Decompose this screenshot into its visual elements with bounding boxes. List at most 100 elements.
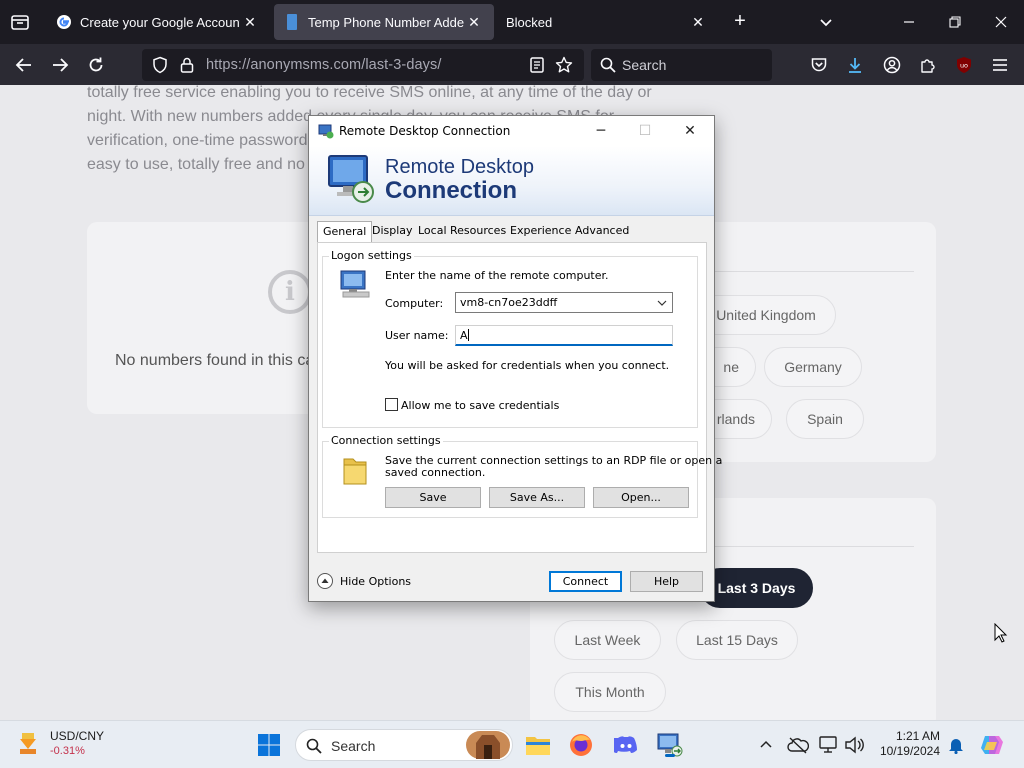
tab-title: Create your Google Account (80, 14, 240, 30)
tab-title: Blocked (506, 14, 553, 30)
tab-temp-phone[interactable]: Temp Phone Number Added In ✕ (274, 4, 494, 40)
file-explorer-icon[interactable] (524, 731, 552, 759)
period-pill-last-3-days[interactable]: Last 3 Days (700, 568, 813, 608)
save-button[interactable]: Save (385, 487, 481, 508)
onedrive-offline-icon[interactable] (784, 731, 812, 759)
country-pill[interactable]: Germany (764, 347, 862, 387)
rdp-app-icon (318, 123, 334, 142)
chevron-down-icon[interactable] (656, 297, 668, 309)
clock-date: 10/19/2024 (879, 744, 940, 758)
extensions-puzzle-icon[interactable] (917, 54, 939, 76)
forward-arrow-icon[interactable] (47, 52, 73, 78)
country-pill[interactable]: United Kingdom (696, 295, 836, 335)
taskbar-search-box[interactable]: Search (295, 729, 513, 761)
chevron-up-icon (317, 573, 333, 589)
rdp-monitor-icon (327, 154, 375, 207)
search-highlight-image-icon (466, 731, 510, 764)
username-value: A (460, 329, 468, 342)
username-input[interactable]: A (455, 325, 673, 346)
computer-icon (339, 269, 371, 302)
save-as-button[interactable]: Save As... (489, 487, 585, 508)
intro-line: totally free service enabling you to rec… (87, 85, 652, 101)
tab-close-icon[interactable]: ✕ (464, 14, 484, 31)
restore-button[interactable] (941, 8, 969, 36)
browser-tab-bar: Create your Google Account ✕ Temp Phone … (0, 0, 1024, 44)
downloads-icon[interactable] (844, 54, 866, 76)
username-label: User name: (385, 329, 449, 342)
notification-bell-icon[interactable] (942, 731, 970, 759)
computer-label: Computer: (385, 297, 444, 310)
address-bar[interactable]: https://anonymsms.com/last-3-days/ (142, 49, 584, 81)
period-pill-last-week[interactable]: Last Week (554, 620, 661, 660)
ticker-change: -0.31% (50, 745, 85, 757)
period-pill-last-15-days[interactable]: Last 15 Days (676, 620, 798, 660)
reload-icon[interactable] (83, 52, 109, 78)
save-credentials-checkbox[interactable] (385, 398, 398, 411)
lock-icon[interactable] (178, 56, 196, 74)
hide-options-label: Hide Options (340, 575, 412, 588)
minimize-button[interactable] (895, 8, 923, 36)
tab-google-account[interactable]: Create your Google Account ✕ (46, 4, 270, 40)
url-path: /last-3-days/ (361, 57, 442, 73)
period-pill-this-month[interactable]: This Month (554, 672, 666, 712)
tab-experience[interactable]: Experience (510, 224, 571, 237)
remote-desktop-taskbar-icon[interactable] (656, 731, 684, 759)
taskbar-search-label: Search (331, 738, 376, 754)
connect-button[interactable]: Connect (549, 571, 622, 592)
tab-local-resources[interactable]: Local Resources (418, 224, 506, 237)
firefox-icon[interactable] (567, 731, 595, 759)
windows-taskbar: USD/CNY -0.31% Search 1:21 AM 10/19/2024 (0, 720, 1024, 768)
tab-general[interactable]: General (317, 221, 373, 243)
web-search-input[interactable]: Search (591, 49, 772, 81)
reader-view-icon[interactable] (528, 56, 546, 74)
system-clock[interactable]: 1:21 AM 10/19/2024 (872, 729, 940, 759)
dialog-minimize-button[interactable]: ─ (579, 120, 623, 142)
discord-icon[interactable] (612, 731, 640, 759)
back-arrow-icon[interactable] (11, 52, 37, 78)
bookmark-star-icon[interactable] (555, 56, 573, 74)
copilot-icon[interactable] (978, 731, 1006, 759)
page-favicon-icon (284, 14, 300, 30)
account-icon[interactable] (881, 54, 903, 76)
tab-blocked[interactable]: Blocked ✕ (496, 4, 718, 40)
url-text[interactable]: https://anonymsms.com/last-3-days/ (206, 57, 442, 73)
new-tab-button[interactable]: + (728, 10, 752, 34)
currency-ticker-icon (14, 731, 42, 762)
show-hidden-icons-chevron-icon[interactable] (752, 731, 780, 759)
dialog-titlebar[interactable]: Remote Desktop Connection ─ ☐ ✕ (309, 116, 714, 146)
tab-display[interactable]: Display (372, 224, 413, 237)
tab-close-icon[interactable]: ✕ (240, 14, 260, 31)
network-icon[interactable] (815, 731, 843, 759)
logon-settings-label: Logon settings (329, 249, 414, 262)
logon-prompt: Enter the name of the remote computer. (385, 269, 609, 282)
empty-state-message: No numbers found in this ca (115, 352, 315, 369)
tracking-protection-shield-icon[interactable] (151, 56, 169, 74)
navigation-toolbar: https://anonymsms.com/last-3-days/ Searc… (0, 44, 1024, 85)
save-credentials-label[interactable]: Allow me to save credentials (401, 399, 559, 412)
tab-advanced[interactable]: Advanced (575, 224, 629, 237)
remote-desktop-dialog: Remote Desktop Connection ─ ☐ ✕ Remote D… (308, 115, 722, 602)
country-pill[interactable]: Spain (786, 399, 864, 439)
banner-title-line1: Remote Desktop (385, 156, 534, 178)
list-all-tabs-chevron-icon[interactable] (814, 10, 838, 34)
divider (700, 546, 914, 547)
ublock-origin-icon[interactable]: uo (953, 54, 975, 76)
close-window-button[interactable] (987, 8, 1015, 36)
help-button[interactable]: Help (630, 571, 703, 592)
computer-combobox[interactable]: vm8-cn7oe23ddff (455, 292, 673, 313)
tab-list-icon[interactable] (8, 10, 32, 34)
windows-start-icon[interactable] (255, 731, 283, 759)
credentials-note: You will be asked for credentials when y… (385, 359, 670, 372)
connection-text-line2: saved connection. (385, 466, 486, 479)
info-icon: i (268, 270, 312, 314)
dialog-close-button[interactable]: ✕ (668, 120, 712, 142)
menu-hamburger-icon[interactable] (989, 54, 1011, 76)
tab-close-icon[interactable]: ✕ (688, 14, 708, 31)
banner-title-line2: Connection (385, 177, 517, 204)
volume-icon[interactable] (840, 731, 868, 759)
text-caret (467, 329, 469, 341)
pocket-icon[interactable] (808, 54, 830, 76)
computer-value: vm8-cn7oe23ddff (460, 296, 558, 309)
dialog-banner: Remote Desktop Connection (309, 146, 714, 216)
open-button[interactable]: Open... (593, 487, 689, 508)
